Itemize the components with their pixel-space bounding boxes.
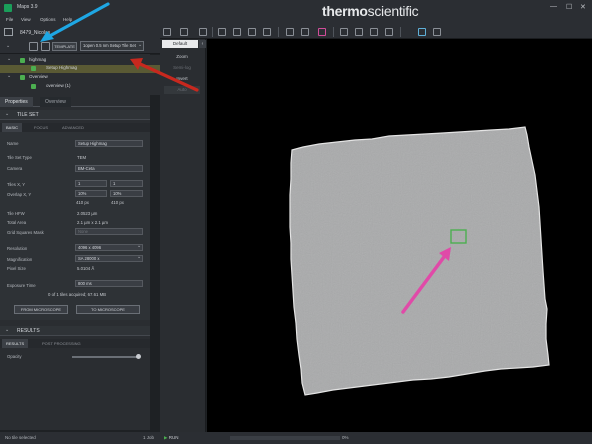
from-microscope-button[interactable]: FROM MICROSCOPE: [14, 305, 68, 314]
tab-focus[interactable]: FOCUS: [30, 123, 52, 132]
exposure-time-label: Exposure Time: [7, 283, 36, 288]
progress-percent: 0%: [342, 435, 349, 440]
tile-icon[interactable]: [233, 28, 241, 36]
exposure-time-input[interactable]: 800 ms: [75, 280, 143, 287]
magnification-select[interactable]: SA 28000 x: [75, 255, 143, 262]
grid-squares-mask-select[interactable]: None: [75, 228, 143, 235]
section-chevron-icon[interactable]: ⌄: [5, 327, 9, 333]
close-button[interactable]: ✕: [580, 3, 586, 11]
add-tile-set-icon[interactable]: [286, 28, 294, 36]
toolbar-separator: [278, 27, 279, 37]
pixel-size-value: 5.0104 Å: [77, 266, 95, 271]
total-area-value: 2.1 µm x 2.1 µm: [77, 220, 108, 225]
image-icon[interactable]: [301, 28, 309, 36]
layout-icon[interactable]: [433, 28, 441, 36]
camera-select[interactable]: BM-Ceta: [75, 165, 143, 172]
image-viewer[interactable]: [207, 39, 592, 432]
to-microscope-button[interactable]: TO MICROSCOPE: [76, 305, 140, 314]
tiles-y-input[interactable]: 1: [110, 180, 143, 187]
tab-post-processing[interactable]: POST PROCESSING: [38, 339, 85, 348]
pixel-size-label: Pixel Size: [7, 266, 26, 271]
overlap-y-input[interactable]: 10%: [110, 190, 143, 197]
minimize-button[interactable]: —: [550, 3, 557, 10]
toolbar-separator: [400, 27, 401, 37]
magnification-label: Magnification: [7, 257, 33, 262]
tile-hfw-value: 2.0523 µm: [77, 211, 98, 216]
tile-set-type-value: TEM: [77, 155, 87, 160]
grid-icon[interactable]: [248, 28, 256, 36]
tiles-label: Tiles X, Y: [7, 182, 26, 187]
job-progress-bar: [230, 436, 340, 440]
run-button[interactable]: ▶ RUN: [164, 433, 186, 442]
tile-set-type-label: Tile Set Type: [7, 155, 32, 160]
resolution-select[interactable]: 4096 x 4096: [75, 244, 143, 251]
pixels-x-value: 410 px: [76, 200, 89, 205]
target-icon[interactable]: [318, 28, 326, 36]
tile-set-title: TILE SET: [17, 112, 39, 118]
pixels-y-value: 410 px: [111, 200, 124, 205]
grid-squares-mask-label: Grid Squares Mask: [7, 230, 44, 235]
ruler-icon[interactable]: [340, 28, 348, 36]
tiles-x-input[interactable]: 1: [75, 180, 107, 187]
micrograph-texture: [290, 127, 549, 395]
camera-icon[interactable]: [370, 28, 378, 36]
job-count: 1 Job: [143, 435, 155, 440]
section-chevron-icon[interactable]: ⌄: [5, 111, 9, 117]
maximize-button[interactable]: ☐: [566, 3, 572, 11]
name-input[interactable]: Setup Highmag: [75, 140, 143, 147]
toolbar-separator: [212, 27, 213, 37]
resolution-label: Resolution: [7, 246, 28, 251]
tile-hfw-label: Tile HFW: [7, 211, 25, 216]
magnification-chevron-down-icon[interactable]: ⌄: [137, 254, 141, 260]
selection-status: No tile selected: [5, 435, 36, 440]
camera-label: Camera: [7, 166, 23, 171]
view-icon[interactable]: [418, 28, 426, 36]
overlap-label: Overlap X, Y: [7, 192, 32, 197]
align-icon[interactable]: [263, 28, 271, 36]
resolution-chevron-down-icon[interactable]: ⌄: [137, 243, 141, 249]
opacity-slider[interactable]: [72, 356, 140, 358]
opacity-label: Opacity: [7, 354, 22, 359]
annotation-icon[interactable]: [355, 28, 363, 36]
name-label: Name: [7, 141, 19, 146]
overlap-x-input[interactable]: 10%: [75, 190, 107, 197]
micrograph-view: [289, 126, 550, 396]
blue-arrow-shaft: [44, 2, 110, 40]
red-arrow-shaft: [136, 61, 199, 92]
annotation-arrows: [40, 2, 199, 92]
tab-results[interactable]: RESULTS: [2, 339, 29, 348]
acquisition-status: 0 of 1 tiles acquired; 67.61 MB: [48, 292, 107, 297]
tab-advanced[interactable]: ADVANCED: [58, 123, 88, 132]
total-area-label: Total Area: [7, 220, 27, 225]
rect-select-icon[interactable]: [218, 28, 226, 36]
toolbar-separator: [333, 27, 334, 37]
tab-basic[interactable]: BASIC: [2, 123, 23, 132]
results-title: RESULTS: [17, 328, 40, 334]
stage-icon[interactable]: [385, 28, 393, 36]
opacity-slider-knob[interactable]: [136, 354, 141, 359]
